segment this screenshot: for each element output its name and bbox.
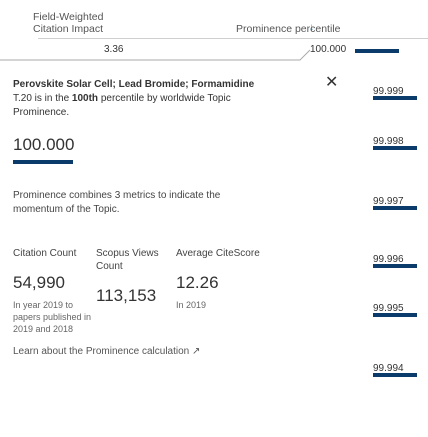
row-prominence-bar	[373, 313, 417, 317]
metric-citescore: Average CiteScore 12.26 In 2019	[176, 247, 266, 311]
metric-label: Citation Count	[13, 248, 77, 259]
metric-note: In year 2019 to papers published in 2019…	[13, 300, 92, 334]
sort-desc-icon[interactable]: ↓	[309, 22, 314, 33]
prominence-header[interactable]: Prominence percentile	[236, 23, 340, 35]
prominence-big-value: 100.000	[13, 135, 75, 154]
fwci-header[interactable]: Field-Weighted Citation Impact	[33, 11, 113, 35]
fwci-header-line1: Field-Weighted	[33, 11, 104, 23]
metric-note: In 2019	[176, 300, 207, 310]
topic-rest-1: T.20 is in the	[13, 93, 72, 104]
topic-name: Perovskite Solar Cell; Lead Bromide; For…	[13, 79, 255, 90]
row-prominence-bar	[373, 96, 417, 100]
row-prominence-bar	[373, 264, 417, 268]
metric-scopus-views: Scopus Views Count 113,153	[96, 247, 186, 312]
metric-value: 113,153	[96, 286, 157, 305]
percentile-text: 100th	[71, 93, 99, 104]
prominence-description: Prominence combines 3 metrics to indicat…	[13, 190, 221, 215]
metric-value: 54,990	[13, 273, 65, 292]
row-prominence-bar	[373, 206, 417, 210]
metric-value: 12.26	[176, 273, 219, 292]
fwci-header-line2: Citation Impact	[33, 23, 104, 35]
learn-prominence-link[interactable]: Learn about the Prominence calculation ↗	[13, 346, 200, 357]
row-prominence-bar	[373, 373, 417, 377]
metric-label: Scopus Views Count	[96, 248, 159, 272]
metric-label: Average CiteScore	[176, 248, 260, 259]
popover-title: Perovskite Solar Cell; Lead Bromide; For…	[13, 78, 273, 120]
header-divider	[38, 38, 428, 39]
close-icon[interactable]: ✕	[325, 72, 338, 92]
row-prominence-bar	[373, 146, 417, 150]
metric-citation-count: Citation Count 54,990 In year 2019 to pa…	[13, 247, 103, 335]
prominence-big-bar	[13, 160, 73, 164]
